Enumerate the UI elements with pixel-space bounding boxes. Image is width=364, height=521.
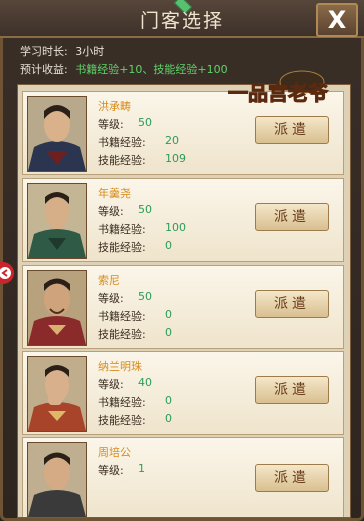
study-time-value: 3小时 <box>75 45 105 58</box>
skill-exp-value: 0 <box>165 412 172 425</box>
book-exp-row: 书籍经验: 100 <box>98 221 186 236</box>
level-row: 等级: 40 <box>98 376 152 391</box>
retainer-name: 周培公 <box>98 446 131 459</box>
level-value: 50 <box>138 116 152 129</box>
level-row: 等级: 1 <box>98 462 145 477</box>
level-value: 50 <box>138 290 152 303</box>
retainer-card[interactable]: 周培公 等级: 1 派遣 <box>22 437 344 517</box>
book-exp-value: 100 <box>165 221 186 234</box>
book-exp-value: 0 <box>165 394 172 407</box>
side-arrow-tab[interactable] <box>0 262 14 284</box>
expected-gains-value: 书籍经验+10、技能经验+100 <box>75 63 228 76</box>
close-button[interactable]: X <box>316 3 358 37</box>
expected-gains-row: 预计收益: 书籍经验+10、技能经验+100 <box>20 61 228 77</box>
skill-exp-row: 技能经验: 0 <box>98 239 172 254</box>
skill-exp-row: 技能经验: 0 <box>98 412 172 427</box>
logo-text: 一品宫老爷 <box>228 81 329 105</box>
chevron-left-icon <box>0 267 11 279</box>
retainer-list[interactable]: 洪承畴 等级: 50 书籍经验: 20 技能经验: 109 派遣 年羹尧 等级: 50 … <box>17 84 351 518</box>
retainer-name: 纳兰明珠 <box>98 360 142 373</box>
retainer-name: 年羹尧 <box>98 187 131 200</box>
level-row: 等级: 50 <box>98 116 152 131</box>
retainer-card[interactable]: 纳兰明珠 等级: 40 书籍经验: 0 技能经验: 0 派遣 <box>22 351 344 435</box>
study-time-row: 学习时长: 3小时 <box>20 43 104 59</box>
level-value: 40 <box>138 376 152 389</box>
book-exp-value: 20 <box>165 134 179 147</box>
dispatch-button[interactable]: 派遣 <box>255 464 329 492</box>
portrait-image <box>27 442 87 517</box>
book-exp-row: 书籍经验: 20 <box>98 134 179 149</box>
level-row: 等级: 50 <box>98 203 152 218</box>
skill-exp-value: 109 <box>165 152 186 165</box>
book-exp-value: 0 <box>165 308 172 321</box>
level-row: 等级: 50 <box>98 290 152 305</box>
book-exp-row: 书籍经验: 0 <box>98 308 172 323</box>
game-logo: 一品宫老爷 <box>228 70 329 106</box>
dialog-title: 门客选择 <box>139 10 224 32</box>
book-exp-row: 书籍经验: 0 <box>98 394 172 409</box>
skill-exp-value: 0 <box>165 239 172 252</box>
dispatch-button[interactable]: 派遣 <box>255 116 329 144</box>
skill-exp-row: 技能经验: 0 <box>98 326 172 341</box>
portrait-image <box>27 270 87 346</box>
title-bar: 门客选择 <box>0 0 364 38</box>
dispatch-button[interactable]: 派遣 <box>255 376 329 404</box>
expected-gains-label: 预计收益: <box>20 63 68 76</box>
portrait-image <box>27 356 87 432</box>
dispatch-button[interactable]: 派遣 <box>255 203 329 231</box>
skill-exp-row: 技能经验: 109 <box>98 152 186 167</box>
level-value: 50 <box>138 203 152 216</box>
retainer-card[interactable]: 索尼 等级: 50 书籍经验: 0 技能经验: 0 派遣 <box>22 265 344 349</box>
retainer-name: 索尼 <box>98 274 120 287</box>
retainer-name: 洪承畴 <box>98 100 131 113</box>
dispatch-button[interactable]: 派遣 <box>255 290 329 318</box>
level-value: 1 <box>138 462 145 475</box>
skill-exp-value: 0 <box>165 326 172 339</box>
portrait-image <box>27 96 87 172</box>
portrait-image <box>27 183 87 259</box>
study-time-label: 学习时长: <box>20 45 68 58</box>
retainer-card[interactable]: 年羹尧 等级: 50 书籍经验: 100 技能经验: 0 派遣 <box>22 178 344 262</box>
